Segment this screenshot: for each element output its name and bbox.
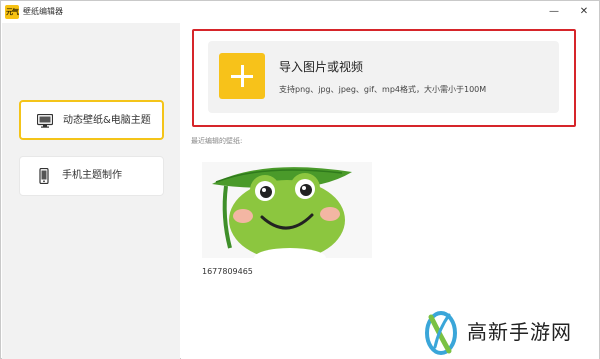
sidebar-item-label: 手机主题制作 [62, 170, 122, 181]
app-logo: 元气 [5, 5, 19, 19]
monitor-icon [37, 114, 53, 128]
title-bar: 元气 壁纸编辑器 — ✕ [1, 1, 599, 23]
minimize-button[interactable]: — [539, 1, 569, 23]
thumbnail-name: 1677809465 [202, 267, 253, 276]
app-window: 元气 壁纸编辑器 — ✕ 动态壁纸&电脑主题 手机主题制作 导入图片或视频 支持… [0, 0, 600, 359]
sidebar: 动态壁纸&电脑主题 手机主题制作 [2, 23, 180, 359]
import-hint: 支持png、jpg、jpeg、gif、mp4格式，大小需小于100M [279, 85, 487, 94]
sidebar-item-desktop-theme[interactable]: 动态壁纸&电脑主题 [19, 100, 164, 140]
plus-icon [241, 65, 244, 87]
import-button[interactable] [219, 53, 265, 99]
close-button[interactable]: ✕ [569, 1, 599, 23]
watermark-text: 高新手游网 [467, 320, 572, 344]
sidebar-item-phone-theme[interactable]: 手机主题制作 [19, 156, 164, 196]
sidebar-item-label: 动态壁纸&电脑主题 [63, 115, 151, 126]
frog-illustration [202, 162, 372, 258]
watermark: 高新手游网 [419, 307, 595, 357]
app-title: 壁纸编辑器 [23, 7, 63, 16]
phone-icon [39, 168, 49, 184]
wallpaper-thumbnail[interactable] [202, 162, 372, 258]
import-title: 导入图片或视频 [279, 60, 364, 74]
recent-label: 最近编辑的壁纸: [191, 137, 243, 145]
watermark-logo [425, 311, 457, 355]
import-area-highlight: 导入图片或视频 支持png、jpg、jpeg、gif、mp4格式，大小需小于10… [192, 29, 576, 127]
import-dropzone[interactable]: 导入图片或视频 支持png、jpg、jpeg、gif、mp4格式，大小需小于10… [208, 41, 559, 113]
